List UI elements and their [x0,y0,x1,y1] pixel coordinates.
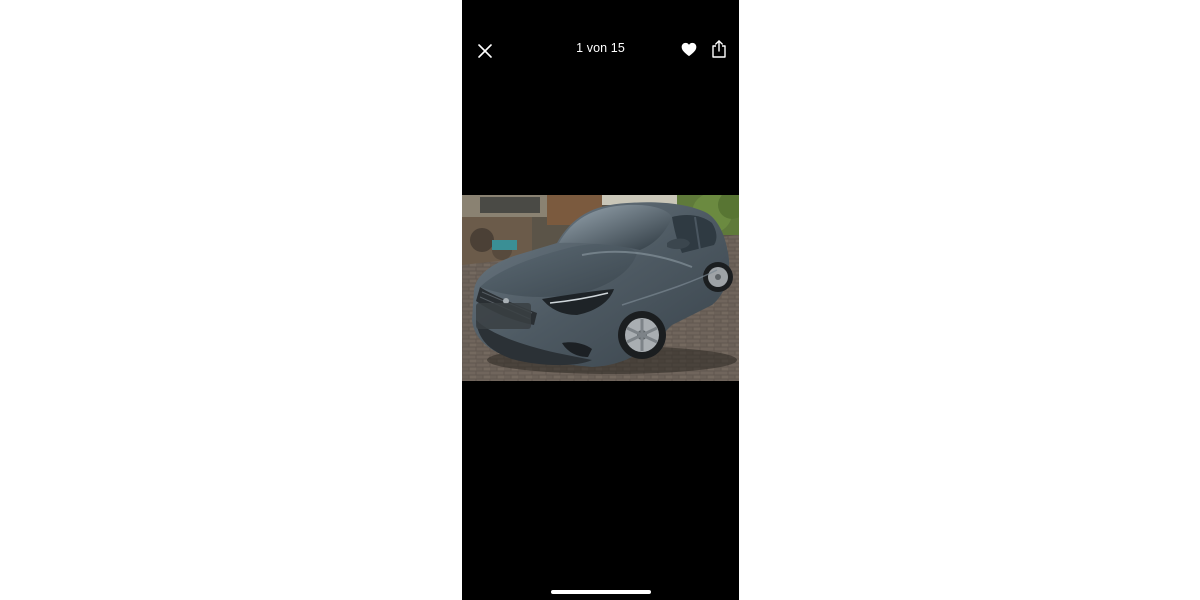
share-button[interactable] [707,36,731,62]
car-photo[interactable] [462,195,739,381]
image-viewer: 1 von 15 [462,0,739,600]
page: 1 von 15 [0,0,1200,600]
home-indicator[interactable] [551,590,651,594]
share-icon [712,40,726,58]
viewer-toolbar: 1 von 15 [462,0,739,100]
favorite-button[interactable] [677,37,701,61]
car-illustration [462,195,739,381]
heart-icon [681,42,697,56]
